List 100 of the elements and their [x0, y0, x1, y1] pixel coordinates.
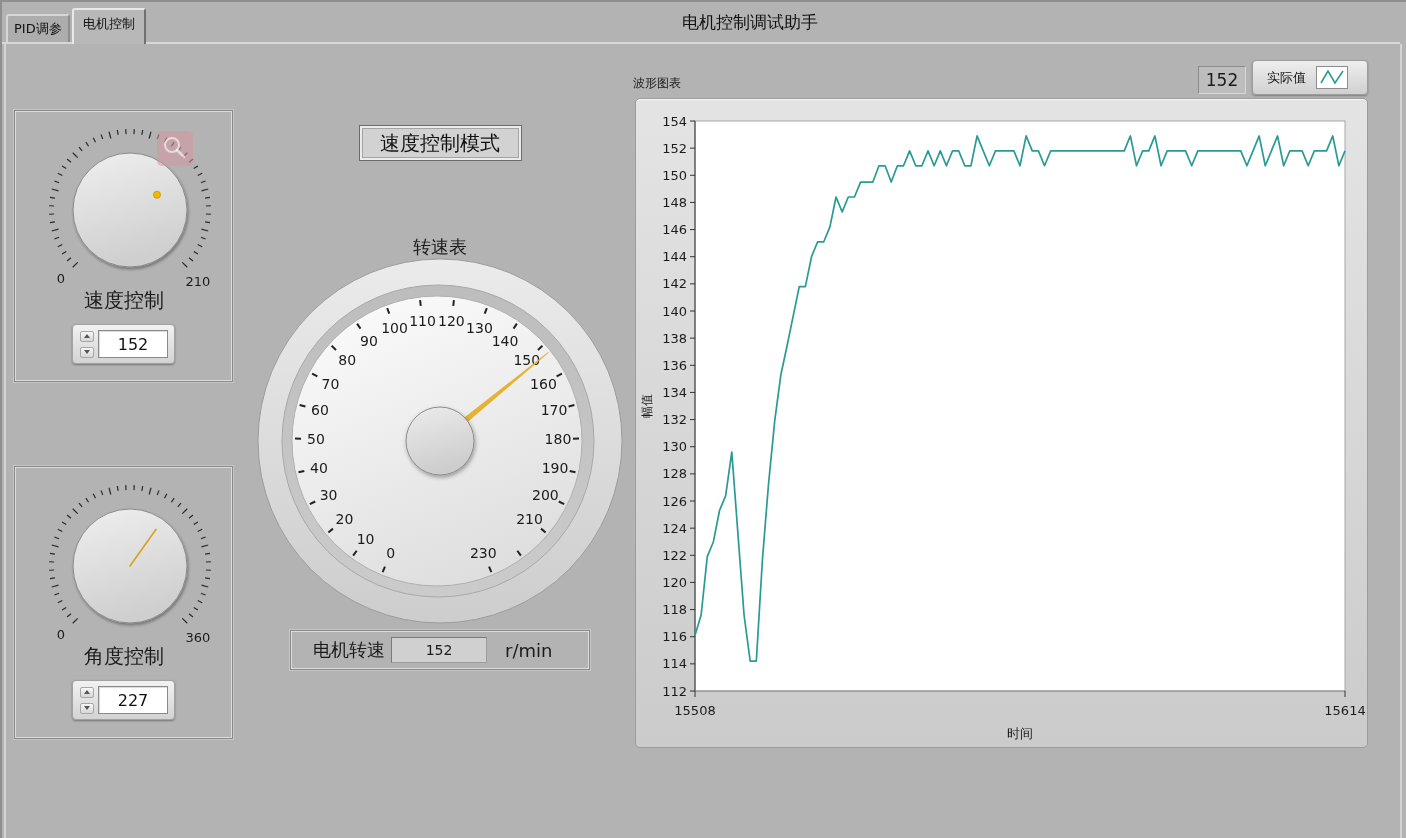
window-title: 电机控制调试助手 — [681, 10, 818, 34]
y-tick-label: 120 — [662, 574, 687, 590]
y-tick-label: 146 — [662, 222, 687, 238]
y-tick-label: 112 — [662, 683, 687, 699]
scale-label: 200 — [532, 486, 559, 503]
scale-tick — [386, 307, 391, 315]
y-tick-label: 134 — [662, 384, 687, 400]
scale-tick — [516, 549, 522, 557]
y-tick-label: 144 — [662, 249, 687, 265]
y-axis-title: 幅值 — [640, 394, 654, 418]
y-tick-label: 126 — [662, 493, 687, 509]
scale-tick — [294, 437, 302, 440]
knob[interactable] — [72, 508, 188, 624]
tab[interactable]: PID调参 — [6, 14, 70, 42]
caret-down-icon — [84, 706, 90, 710]
scale-label: 120 — [438, 312, 465, 329]
scale-label: 80 — [338, 351, 357, 368]
caret-up-icon — [84, 690, 90, 694]
scale-label: 0 — [386, 544, 396, 561]
x-axis-title: 时间 — [1007, 725, 1033, 741]
decrement-button[interactable] — [80, 346, 94, 358]
increment-button[interactable] — [80, 330, 94, 342]
mode-button[interactable]: 速度控制模式 — [358, 125, 522, 161]
scale-label: 210 — [185, 274, 211, 289]
y-tick-label: 140 — [662, 303, 687, 319]
scale-tick — [352, 549, 358, 557]
decrement-button[interactable] — [80, 702, 94, 714]
scale-label: 90 — [360, 332, 378, 349]
number-field[interactable]: 227 — [98, 686, 168, 714]
scale-tick — [311, 372, 319, 378]
scale-label: 60 — [311, 402, 329, 419]
needle-hub — [405, 406, 475, 476]
scale-tick — [555, 372, 563, 378]
scale-tick — [572, 437, 580, 440]
scale-tick — [356, 322, 362, 330]
scale-label: 50 — [307, 430, 325, 447]
y-tick-label: 152 — [662, 140, 687, 156]
y-tick-label: 142 — [662, 276, 687, 292]
scale-tick — [488, 565, 493, 574]
x-tick-label: 15614 — [1324, 702, 1366, 718]
scale-tick — [308, 500, 317, 506]
scale-label: 110 — [409, 312, 436, 329]
caret-up-icon — [84, 334, 90, 338]
scale-label: 0 — [56, 271, 66, 286]
y-tick-label: 150 — [662, 167, 687, 183]
knob[interactable] — [72, 152, 188, 268]
scale-tick — [419, 299, 422, 307]
scale-label: 210 — [516, 510, 543, 527]
y-tick-label: 130 — [662, 439, 687, 455]
y-tick-label: 128 — [662, 466, 687, 482]
scale-label: 100 — [381, 319, 408, 336]
readout-label: 电机转速 — [313, 638, 385, 662]
scale-label: 140 — [491, 332, 519, 349]
gauge-title: 转速表 — [413, 237, 467, 257]
scale-tick — [512, 322, 518, 330]
scale-tick — [536, 344, 544, 351]
scale-tick — [567, 404, 576, 408]
knob-label: 速度控制 — [83, 289, 164, 311]
scale-label: 130 — [466, 319, 493, 336]
scale-label: 30 — [319, 486, 338, 503]
y-tick-label: 122 — [662, 547, 687, 563]
y-tick-label: 148 — [662, 194, 687, 210]
y-tick-label: 136 — [662, 357, 687, 373]
y-tick-label: 132 — [662, 412, 687, 428]
scale-label: 150 — [513, 351, 541, 368]
unit-label: r/min — [505, 639, 553, 661]
scale-label: 40 — [310, 459, 328, 476]
value-display: 152 — [391, 637, 487, 663]
scale-tick — [297, 469, 306, 474]
y-tick-label: 138 — [662, 330, 687, 346]
scale-label: 10 — [356, 530, 375, 547]
scale-label: 0 — [56, 627, 66, 642]
scale-tick — [327, 527, 334, 534]
y-tick-label: 118 — [662, 602, 687, 618]
scale-label: 70 — [321, 375, 340, 392]
legend-button[interactable]: 实际值 — [1252, 60, 1368, 95]
x-tick-label: 15508 — [674, 702, 716, 718]
increment-button[interactable] — [80, 686, 94, 698]
scale-label: 180 — [544, 430, 572, 447]
scale-tick — [452, 299, 455, 307]
line-swatch-icon — [1316, 66, 1348, 89]
scale-tick — [330, 344, 338, 351]
caret-down-icon — [84, 350, 90, 354]
knob-label: 角度控制 — [83, 645, 164, 667]
y-tick-label: 124 — [662, 520, 687, 536]
scale-label: 170 — [540, 402, 568, 419]
tab[interactable]: 电机控制 — [71, 8, 146, 44]
number-field[interactable]: 152 — [98, 330, 168, 358]
scale-label: 160 — [530, 375, 557, 392]
scale-tick — [540, 527, 547, 534]
scale-label: 190 — [541, 459, 569, 476]
y-tick-label: 116 — [662, 629, 687, 645]
scale-tick — [568, 469, 577, 474]
y-tick-label: 154 — [662, 113, 687, 129]
digital-display: 152 — [1198, 66, 1246, 94]
chart-title: 波形图表 — [633, 75, 681, 92]
y-tick-label: 114 — [662, 656, 687, 672]
scale-tick — [483, 307, 488, 315]
scale-tick — [298, 404, 307, 408]
scale-label: 230 — [469, 544, 497, 561]
